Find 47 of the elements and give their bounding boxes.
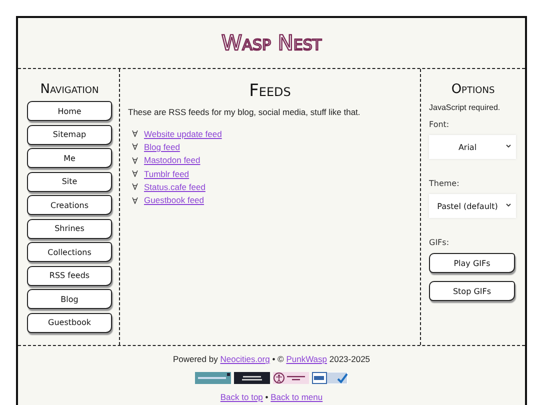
validator-badge-icon (312, 372, 348, 384)
bullet-icon (132, 170, 138, 178)
field-label: Font: (429, 120, 450, 129)
feed-link[interactable]: Tumblr feed (144, 168, 190, 179)
bullet-icon (132, 183, 138, 190)
page-heading: Feeds (248, 81, 292, 101)
nav-button[interactable]: Me (27, 148, 112, 168)
field-label: Theme: (429, 179, 460, 188)
theme-dropdown[interactable]: Pastel (default) (429, 194, 516, 218)
footer-link[interactable]: Back to top (220, 392, 263, 402)
badge-icon (234, 372, 270, 384)
bullet-icon (132, 156, 138, 164)
nav-button[interactable]: Sitemap (27, 124, 112, 144)
nav-button[interactable]: Creations (27, 195, 112, 215)
nav-button[interactable]: Blog (27, 289, 112, 309)
caret-icon (506, 203, 511, 207)
credit-text: Powered by Neocities.org • © PunkWasp 2023-2025 (172, 354, 370, 364)
nav-button[interactable]: Guestbook (27, 312, 112, 332)
nav-button[interactable]: Shrines (27, 218, 112, 238)
bullet-icon (132, 130, 138, 138)
gif-button[interactable]: Play GIFs (429, 253, 515, 273)
field-label: GIFs: (429, 238, 450, 247)
feed-link[interactable]: Website update feed (144, 128, 222, 139)
section-heading: Navigation (39, 82, 100, 97)
footer-links: Back to top • Back to menu (220, 392, 323, 402)
site-title: Wasp Nest (221, 31, 322, 55)
bullet-icon (132, 196, 138, 204)
feed-link[interactable]: Blog feed (144, 142, 180, 152)
feed-link[interactable]: Status.cafe feed (144, 182, 206, 192)
footer-link[interactable]: Neocities.org (220, 354, 270, 364)
bullet-icon (132, 143, 138, 150)
nav-button[interactable]: Home (27, 101, 112, 121)
caret-icon (506, 144, 511, 148)
section-heading: Options (450, 82, 496, 97)
gif-button[interactable]: Stop GIFs (429, 281, 515, 301)
nav-button[interactable]: RSS feeds (27, 266, 112, 286)
footer-link[interactable]: PunkWasp (286, 354, 327, 364)
intro-text: These are RSS feeds for my blog, social media, stuff like that. (128, 107, 362, 117)
footer-link[interactable]: Back to menu (270, 392, 323, 402)
font-dropdown[interactable]: Arial (429, 135, 516, 159)
feed-link[interactable]: Guestbook feed (144, 195, 204, 206)
nav-button[interactable]: Collections (27, 242, 112, 262)
nav-button[interactable]: Site (27, 172, 112, 192)
badge-icon (195, 372, 231, 384)
feed-link[interactable]: Mastodon feed (144, 155, 200, 166)
note-text: JavaScript required. (429, 103, 502, 112)
accessibility-badge-icon (273, 372, 309, 384)
